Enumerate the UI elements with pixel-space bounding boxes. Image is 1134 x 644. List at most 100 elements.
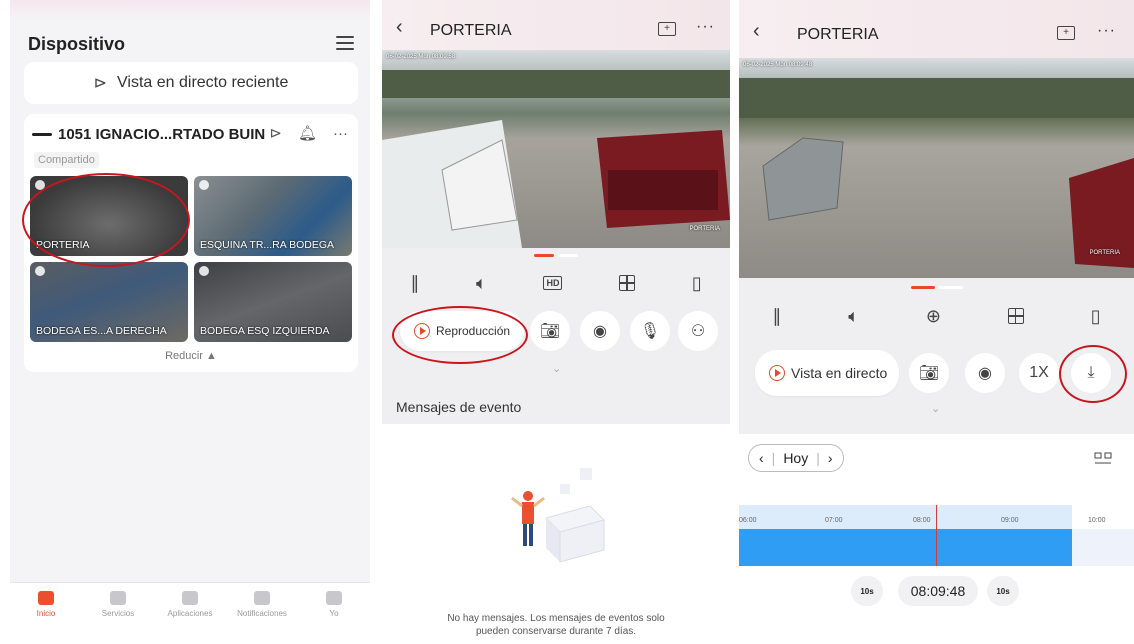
playback-icon[interactable]: ⊳ <box>269 124 282 142</box>
share-icon <box>199 266 209 276</box>
camera-title: PORTERIA <box>797 26 879 43</box>
empty-box-illustration <box>511 468 605 563</box>
video-scene <box>382 70 730 248</box>
apps-icon <box>182 591 198 605</box>
record-button[interactable]: ◉ <box>965 353 1005 393</box>
video-scene <box>739 78 1134 268</box>
unrecorded-segment <box>1072 529 1134 566</box>
video-timestamp: 06-02-2025 Mon 08:09:58 <box>386 54 456 60</box>
share-icon <box>35 266 45 276</box>
snapshot-button[interactable]: 📷︎ <box>909 353 949 393</box>
recent-live-view-label: Vista en directo reciente <box>117 74 289 91</box>
mic-button[interactable]: 🎙︎ <box>630 311 670 351</box>
expand-chevron-icon[interactable]: ⌄ <box>552 362 561 375</box>
volume-icon[interactable]: 🔈︎ <box>476 273 487 294</box>
nav-services[interactable]: Servicios <box>87 591 149 618</box>
fullscreen-icon[interactable]: ▯ <box>692 273 702 294</box>
playback-video[interactable]: 06-02-2025 Mon 08:09:48 PORTERIA <box>739 58 1134 278</box>
prev-day-icon[interactable]: ‹ <box>759 450 764 466</box>
timeline-label: 08:00 <box>913 517 931 524</box>
live-video[interactable]: 06-02-2025 Mon 08:09:58 PORTERIA <box>382 50 730 248</box>
playback-screen: ‹ PORTERIA + ··· 06-02-2025 Mon 08:09:48… <box>739 0 1134 644</box>
more-icon[interactable]: ··· <box>1097 22 1116 40</box>
camera-thumb-bodega-izquierda[interactable]: BODEGA ESQ IZQUIERDA <box>194 262 352 342</box>
camera-title: PORTERIA <box>430 22 512 39</box>
header: ‹ PORTERIA + ··· <box>382 0 730 50</box>
record-button[interactable]: ◉ <box>580 311 620 351</box>
zoom-in-icon[interactable]: ⊕ <box>926 306 941 327</box>
skip-back-button[interactable]: 10s <box>851 576 883 606</box>
recorded-segment <box>739 529 1072 566</box>
bell-icon <box>254 591 270 605</box>
fullscreen-icon[interactable]: ▯ <box>1091 306 1101 327</box>
menu-icon[interactable] <box>336 36 354 50</box>
timeline-ruler <box>739 505 1072 529</box>
timeline-label: 10:00 <box>1088 517 1106 524</box>
back-icon[interactable]: ‹ <box>396 16 403 39</box>
recent-live-view-button[interactable]: ⊳ Vista en directo reciente <box>24 62 358 104</box>
ptz-button[interactable]: ⚇ <box>678 311 718 351</box>
page-indicator-active <box>534 254 554 257</box>
collapse-toggle[interactable]: Reducir ▲ <box>24 350 358 362</box>
day-label[interactable]: Hoy <box>783 450 808 466</box>
live-view-button[interactable]: Vista en directo <box>755 350 899 396</box>
highlight-oval <box>22 173 190 267</box>
back-icon[interactable]: ‹ <box>753 20 760 43</box>
video-timestamp: 06-02-2025 Mon 08:09:48 <box>743 62 813 68</box>
camera-thumb-bodega-derecha[interactable]: BODEGA ES...A DERECHA <box>30 262 188 342</box>
page-indicator-active <box>911 286 935 289</box>
add-camera-icon[interactable]: + <box>1057 26 1075 40</box>
split-view-icon[interactable] <box>1007 308 1024 324</box>
events-section-title: Mensajes de evento <box>382 390 730 424</box>
video-camera-name: PORTERIA <box>689 226 720 232</box>
nav-home[interactable]: Inicio <box>15 591 77 618</box>
volume-icon[interactable]: 🔈︎ <box>848 306 859 327</box>
expand-chevron-icon[interactable]: ⌄ <box>931 402 940 415</box>
device-actions: ⊳ 🔔︎ ··· <box>269 124 348 143</box>
bell-icon[interactable]: 🔔︎ <box>298 124 317 142</box>
page-indicator <box>558 254 578 257</box>
playback-timeline[interactable]: 06:00 07:00 08:00 09:00 10:00 <box>739 505 1134 566</box>
snapshot-button[interactable]: 📷︎ <box>530 311 570 351</box>
hd-icon[interactable]: HD <box>543 276 563 290</box>
nav-me[interactable]: Yo <box>303 591 365 618</box>
date-selector: ‹ | Hoy | › <box>748 444 844 472</box>
device-header[interactable]: 1051 IGNACIO...RTADO BUIN <box>32 126 265 143</box>
shared-badge: Compartido <box>34 152 99 168</box>
status-bar <box>10 0 370 20</box>
play-circle-icon: ⊳ <box>93 75 108 92</box>
nav-label: Yo <box>329 609 339 618</box>
camera-label: BODEGA ES...A DERECHA <box>36 325 167 337</box>
nav-notifications[interactable]: Notificaciones <box>231 591 293 618</box>
add-camera-icon[interactable]: + <box>658 22 676 36</box>
skip-forward-button[interactable]: 10s <box>987 576 1019 606</box>
page-title: Dispositivo <box>28 34 126 54</box>
current-time: 08:09:48 <box>898 576 978 606</box>
pause-icon[interactable]: ∥ <box>410 273 419 294</box>
empty-events-message: No hay mensajes. Los mensajes de eventos… <box>382 612 730 638</box>
home-icon <box>38 591 54 605</box>
bottom-nav: Inicio Servicios Aplicaciones Notificaci… <box>10 582 370 644</box>
play-icon <box>769 365 785 381</box>
timeline-cursor[interactable] <box>936 505 937 566</box>
speed-button[interactable]: 1X <box>1019 353 1059 393</box>
highlight-oval <box>1059 345 1127 403</box>
split-view-icon[interactable] <box>619 275 636 291</box>
next-day-icon[interactable]: › <box>828 450 833 466</box>
video-camera-name: PORTERIA <box>1089 250 1120 256</box>
device-name: 1051 IGNACIO...RTADO BUIN <box>58 126 266 143</box>
nav-label: Aplicaciones <box>167 609 213 618</box>
nav-apps[interactable]: Aplicaciones <box>159 591 221 618</box>
more-icon[interactable]: ··· <box>333 125 348 142</box>
player-controls: ∥ 🔈︎ ⊕ ▯ <box>739 302 1134 330</box>
nav-label: Servicios <box>101 609 135 618</box>
more-icon[interactable]: ··· <box>696 18 715 36</box>
camera-label: BODEGA ESQ IZQUIERDA <box>200 325 330 337</box>
device-type-icon <box>32 133 52 136</box>
timeline-label: 07:00 <box>825 517 843 524</box>
timeline-label: 09:00 <box>1001 517 1019 524</box>
page-indicator <box>939 286 963 289</box>
layout-toggle-icon[interactable] <box>1094 452 1112 466</box>
camera-thumb-esquina[interactable]: ESQUINA TR...RA BODEGA <box>194 176 352 256</box>
pause-icon[interactable]: ∥ <box>772 306 781 327</box>
